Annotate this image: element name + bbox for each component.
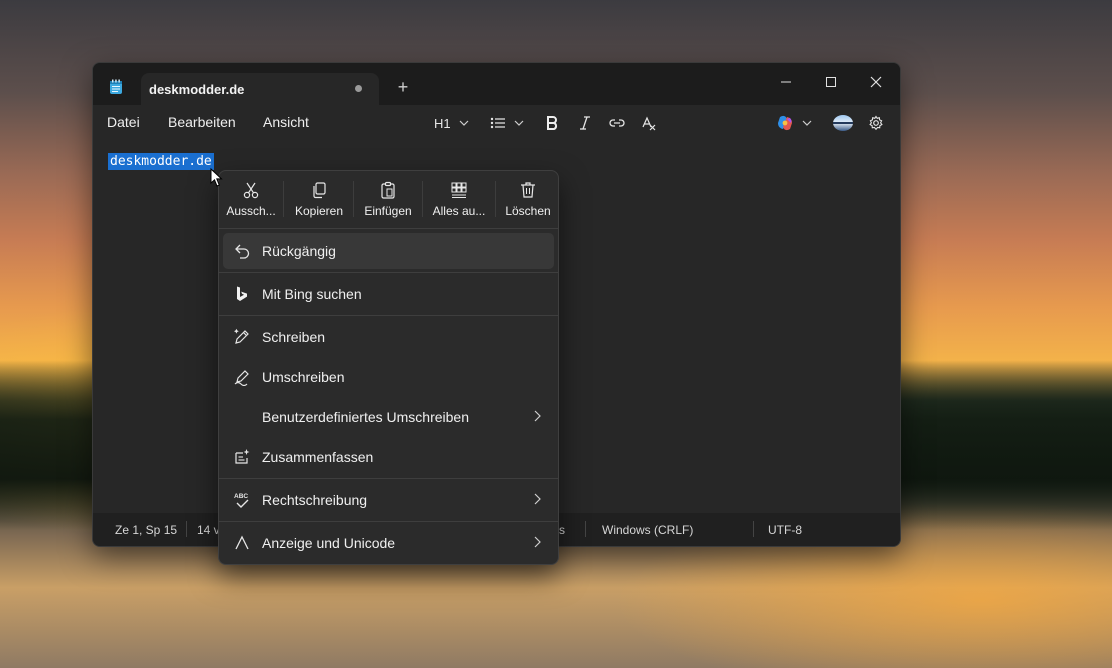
trash-icon <box>521 182 535 198</box>
copy-label: Kopieren <box>294 204 344 218</box>
menu-edit[interactable]: Bearbeiten <box>168 114 236 130</box>
chevron-right-icon <box>534 536 541 548</box>
close-icon <box>870 76 882 88</box>
heading-label: H1 <box>434 115 451 131</box>
menu-file[interactable]: Datei <box>107 114 140 130</box>
settings-button[interactable] <box>868 113 884 133</box>
rewrite-pen-icon <box>234 370 249 386</box>
status-zoom-partial: s <box>559 523 565 537</box>
toolbar-divider <box>422 181 423 217</box>
status-divider <box>585 521 586 537</box>
gear-icon <box>869 115 883 131</box>
bold-button[interactable] <box>545 113 559 133</box>
maximize-icon <box>826 77 836 87</box>
scissors-icon <box>243 182 259 199</box>
minimize-icon <box>781 81 791 83</box>
title-bar: deskmodder.de + <box>93 63 900 105</box>
menu-item-label: Rückgängig <box>262 243 336 259</box>
select-all-label: Alles au... <box>432 204 486 218</box>
menu-bar: Datei Bearbeiten Ansicht H1 <box>93 105 900 139</box>
status-line-ending[interactable]: Windows (CRLF) <box>602 523 693 537</box>
list-dropdown[interactable] <box>490 113 524 133</box>
status-divider <box>186 521 187 537</box>
undo-icon <box>235 244 250 259</box>
menu-item-summarize[interactable]: Zusammenfassen <box>223 439 554 475</box>
notepad-app-icon <box>110 79 122 94</box>
menu-item-spelling[interactable]: ABC Rechtschreibung <box>223 482 554 518</box>
delete-button[interactable]: Löschen <box>501 171 555 227</box>
new-tab-button[interactable]: + <box>393 77 413 97</box>
copilot-dropdown[interactable] <box>776 113 812 133</box>
italic-button[interactable] <box>578 113 592 133</box>
select-all-button[interactable]: Alles au... <box>428 171 490 227</box>
paste-label: Einfügen <box>364 204 412 218</box>
minimize-button[interactable] <box>771 69 801 95</box>
selected-text[interactable]: deskmodder.de <box>108 153 214 170</box>
menu-divider <box>219 315 558 316</box>
clear-formatting-icon <box>642 116 656 131</box>
menu-divider <box>219 521 558 522</box>
mouse-pointer-icon <box>210 168 223 187</box>
unicode-icon <box>235 535 249 550</box>
chevron-down-icon <box>459 120 469 126</box>
menu-item-label: Schreiben <box>262 329 326 345</box>
svg-text:ABC: ABC <box>234 493 248 500</box>
menu-item-undo[interactable]: Rückgängig <box>223 233 554 269</box>
chevron-right-icon <box>534 410 541 422</box>
menu-divider <box>219 272 558 273</box>
menu-item-label: Rechtschreibung <box>262 492 368 508</box>
bold-icon <box>547 116 558 130</box>
link-button[interactable] <box>609 113 625 133</box>
select-all-icon <box>451 182 467 198</box>
chevron-down-icon <box>514 120 524 126</box>
paste-button[interactable]: Einfügen <box>359 171 417 227</box>
menu-item-label: Zusammenfassen <box>262 449 374 465</box>
menu-item-label: Anzeige und Unicode <box>262 535 396 551</box>
status-encoding[interactable]: UTF-8 <box>768 523 802 537</box>
tab-deskmodder[interactable]: deskmodder.de <box>141 73 379 105</box>
delete-label: Löschen <box>505 204 551 218</box>
clear-formatting-button[interactable] <box>641 113 657 133</box>
bing-icon <box>237 286 247 301</box>
menu-item-label: Mit Bing suchen <box>262 286 362 302</box>
menu-divider <box>219 228 558 229</box>
status-cursor-position[interactable]: Ze 1, Sp 15 <box>115 523 177 537</box>
menu-item-rewrite[interactable]: Umschreiben <box>223 359 554 395</box>
toolbar-divider <box>495 181 496 217</box>
status-char-count: 14 v <box>197 523 220 537</box>
cut-button[interactable]: Aussch... <box>223 171 279 227</box>
toolbar-divider <box>353 181 354 217</box>
menu-item-write[interactable]: Schreiben <box>223 319 554 355</box>
copilot-icon <box>778 115 792 131</box>
menu-item-bing-search[interactable]: Mit Bing suchen <box>223 276 554 312</box>
copy-button[interactable]: Kopieren <box>289 171 349 227</box>
close-button[interactable] <box>861 69 891 95</box>
context-menu: Aussch... Kopieren Einfügen Alles au... <box>218 170 559 565</box>
chevron-down-icon <box>802 120 812 126</box>
bullet-list-icon <box>490 117 505 129</box>
summarize-icon <box>235 449 250 464</box>
account-avatar[interactable] <box>832 113 854 133</box>
menu-item-label: Benutzerdefiniertes Umschreiben <box>262 409 469 425</box>
menu-item-display-unicode[interactable]: Anzeige und Unicode <box>223 525 554 561</box>
cut-label: Aussch... <box>226 204 276 218</box>
chevron-right-icon <box>534 493 541 505</box>
italic-icon <box>580 116 590 130</box>
menu-view[interactable]: Ansicht <box>263 114 309 130</box>
status-divider <box>753 521 754 537</box>
menu-divider <box>219 478 558 479</box>
toolbar-divider <box>283 181 284 217</box>
menu-item-custom-rewrite[interactable]: Benutzerdefiniertes Umschreiben <box>223 399 554 435</box>
menu-item-label: Umschreiben <box>262 369 345 385</box>
maximize-button[interactable] <box>816 69 846 95</box>
heading-dropdown[interactable]: H1 <box>434 113 469 133</box>
link-icon <box>609 119 625 127</box>
spell-check-icon: ABC <box>234 493 249 508</box>
pen-sparkle-icon <box>234 328 249 344</box>
copy-icon <box>313 182 326 199</box>
avatar-image-icon <box>833 115 853 131</box>
tab-title: deskmodder.de <box>149 82 245 97</box>
clipboard-icon <box>381 181 395 199</box>
unsaved-dot-icon[interactable] <box>355 85 362 92</box>
